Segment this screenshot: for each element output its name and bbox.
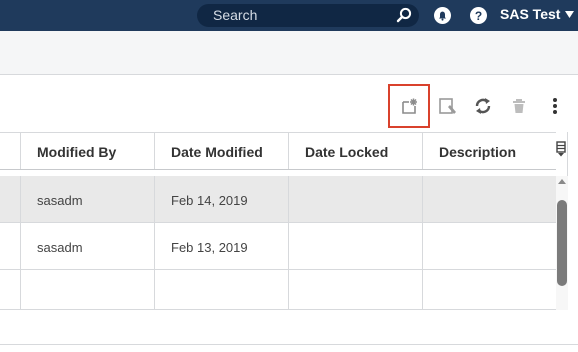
new-item-icon xyxy=(402,98,417,114)
notifications-bell-icon[interactable] xyxy=(434,7,451,24)
refresh-icon xyxy=(475,98,491,114)
cell-date-locked xyxy=(288,176,422,222)
cell-date-modified: Feb 14, 2019 xyxy=(154,176,288,222)
cell-date-modified: Feb 13, 2019 xyxy=(154,223,288,269)
svg-text:?: ? xyxy=(475,9,482,23)
edit-icon xyxy=(439,98,456,114)
delete-button[interactable] xyxy=(508,94,530,118)
cell-description xyxy=(422,223,556,269)
table-header-row: Modified By Date Modified Date Locked De… xyxy=(0,132,556,170)
cell-date-locked xyxy=(288,270,422,309)
scrollbar-thumb[interactable] xyxy=(557,200,567,286)
help-icon[interactable]: ? xyxy=(470,7,487,24)
cell-date-modified xyxy=(154,270,288,309)
search-placeholder: Search xyxy=(213,7,258,23)
table-row[interactable]: sasadm Feb 13, 2019 xyxy=(0,223,556,270)
cell-date-locked xyxy=(288,223,422,269)
data-table: Modified By Date Modified Date Locked De… xyxy=(0,132,568,310)
column-header-description[interactable]: Description xyxy=(422,133,556,169)
sub-header xyxy=(0,31,578,75)
cell-description xyxy=(422,270,556,309)
column-header-date-locked[interactable]: Date Locked xyxy=(288,133,422,169)
search-field[interactable]: Search xyxy=(197,4,419,27)
column-header-modified-by[interactable]: Modified By xyxy=(20,133,154,169)
table-row[interactable] xyxy=(0,270,556,309)
column-settings-icon[interactable] xyxy=(556,141,566,157)
search-icon[interactable] xyxy=(396,7,412,23)
column-header-date-modified[interactable]: Date Modified xyxy=(154,133,288,169)
new-item-button[interactable] xyxy=(398,94,420,118)
cell-modified-by: sasadm xyxy=(20,176,154,222)
edit-button[interactable] xyxy=(437,94,459,118)
more-options-button[interactable] xyxy=(544,94,566,118)
top-bar: Search ? SAS Test xyxy=(0,0,578,31)
user-menu-label[interactable]: SAS Test xyxy=(500,6,560,22)
cell-description xyxy=(422,176,556,222)
divider xyxy=(0,344,578,345)
cell-modified-by: sasadm xyxy=(20,223,154,269)
cell-modified-by xyxy=(20,270,154,309)
trash-icon xyxy=(513,99,525,113)
scroll-up-arrow-icon[interactable] xyxy=(558,179,566,184)
chevron-down-icon[interactable] xyxy=(565,11,574,19)
refresh-button[interactable] xyxy=(472,94,494,118)
table-row[interactable]: sasadm Feb 14, 2019 xyxy=(0,176,556,223)
vertical-dots-icon xyxy=(553,98,557,114)
